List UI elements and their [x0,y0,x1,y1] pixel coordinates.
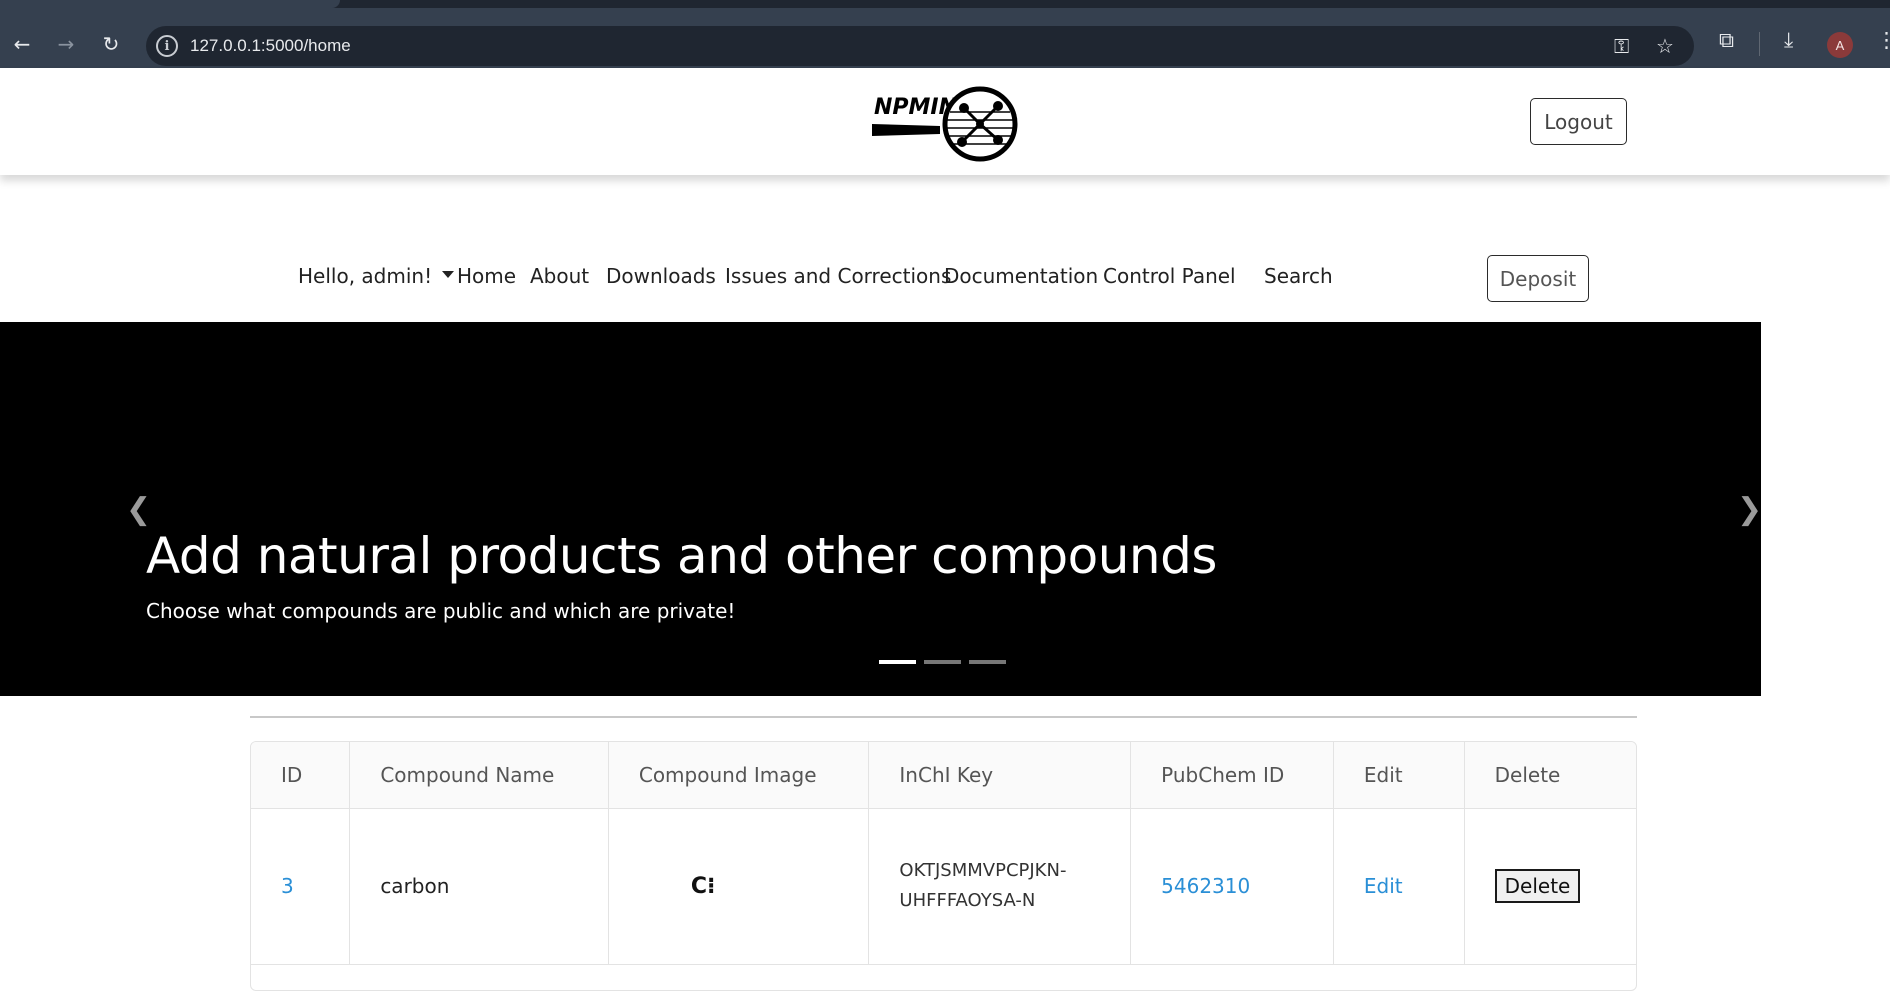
header-edit: Edit [1333,742,1465,809]
caret-down-icon [442,271,455,278]
carousel-indicators [879,660,1006,664]
browser-toolbar: ← → ↻ i 127.0.0.1:5000/home ⚿ ☆ ⧉ ⤓ A ⋮ [0,8,1890,68]
carousel-caption-title: Add natural products and other compounds [146,527,1217,585]
toolbar-divider [1759,32,1760,56]
compound-structure-image: C⁝ [690,873,716,899]
compound-name: carbon [380,874,450,898]
forward-arrow-icon[interactable]: → [48,26,84,62]
header-id: ID [251,742,351,809]
nav-downloads[interactable]: Downloads [606,264,716,288]
download-icon[interactable]: ⤓ [1784,28,1793,53]
compound-id-link[interactable]: 3 [281,874,294,898]
header-compound-image: Compound Image [608,742,870,809]
main-navbar: Hello, admin! Home About Downloads Issue… [0,250,1890,306]
extensions-icon[interactable]: ⧉ [1719,28,1734,53]
edit-link[interactable]: Edit [1364,874,1403,898]
table-row: 3 carbon C⁝ OKTJSMMVPCPJKN- UHFFFAOYSA-N … [251,808,1636,965]
carousel-next-icon[interactable]: ❯ [1737,492,1762,527]
table-header-row: ID Compound Name Compound Image InChI Ke… [251,742,1636,809]
nav-about[interactable]: About [530,264,589,288]
nav-control-panel[interactable]: Control Panel [1103,264,1236,288]
nav-issues-and-corrections[interactable]: Issues and Corrections [725,264,951,288]
nav-documentation[interactable]: Documentation [944,264,1098,288]
site-header: NPMINE Logout [0,68,1890,175]
delete-button[interactable]: Delete [1494,869,1581,903]
nav-search[interactable]: Search [1264,264,1333,288]
inchi-key-line1: OKTJSMMVPCPJKN- [899,860,1067,881]
logout-button[interactable]: Logout [1530,98,1627,145]
compounds-table-container: ID Compound Name Compound Image InChI Ke… [250,741,1637,991]
carousel-caption-subtitle: Choose what compounds are public and whi… [146,599,736,623]
deposit-button[interactable]: Deposit [1487,255,1589,302]
browser-active-tab[interactable] [0,0,340,8]
section-divider [250,716,1637,718]
reload-icon[interactable]: ↻ [93,26,129,62]
user-menu-label: Hello, admin! [298,264,433,288]
user-menu-dropdown[interactable]: Hello, admin! [298,264,455,288]
carousel-prev-icon[interactable]: ❮ [126,492,151,527]
bookmark-star-icon[interactable]: ☆ [1656,34,1674,58]
compounds-table: ID Compound Name Compound Image InChI Ke… [251,742,1636,965]
address-bar-url[interactable]: 127.0.0.1:5000/home [190,36,351,56]
back-arrow-icon[interactable]: ← [4,26,40,62]
address-bar[interactable]: i 127.0.0.1:5000/home ⚿ ☆ [146,26,1694,66]
carousel-indicator-3[interactable] [969,660,1006,664]
inchi-key-line2: UHFFFAOYSA-N [899,890,1036,911]
hero-carousel: ❮ ❯ Add natural products and other compo… [0,322,1762,696]
npmine-logo[interactable]: NPMINE [870,82,1020,162]
pubchem-id-link[interactable]: 5462310 [1161,874,1250,898]
header-pubchem-id: PubChem ID [1130,742,1334,809]
profile-avatar[interactable]: A [1827,32,1853,58]
nav-home[interactable]: Home [457,264,516,288]
carousel-indicator-2[interactable] [924,660,961,664]
key-icon[interactable]: ⚿ [1614,34,1629,58]
header-delete: Delete [1464,742,1636,809]
carousel-indicator-1[interactable] [879,660,916,664]
site-info-icon[interactable]: i [156,35,178,57]
header-compound-name: Compound Name [349,742,609,809]
header-inchi-key: InChI Key [868,742,1132,809]
menu-kebab-icon[interactable]: ⋮ [1876,28,1890,52]
